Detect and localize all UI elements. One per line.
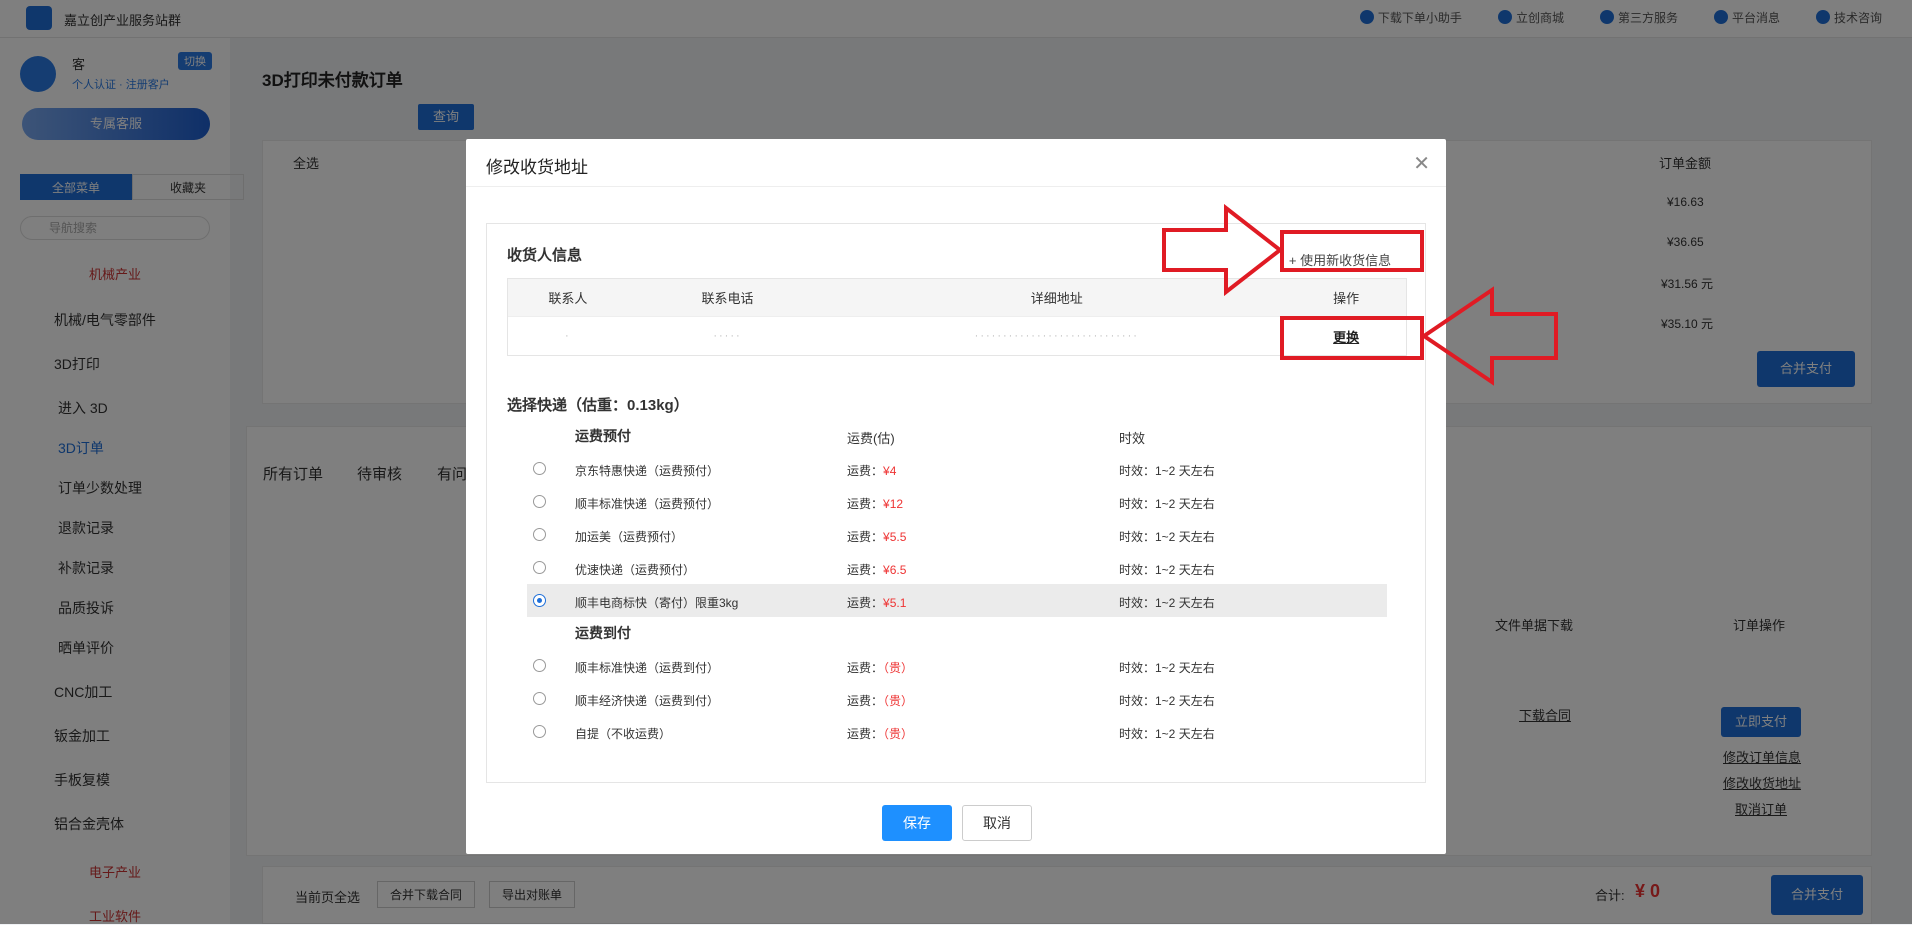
radio-button[interactable] [533,495,546,508]
ship-option-sf-standard[interactable]: 顺丰标准快递（运费预付） 运费：¥12 时效：1~2 天左右 [527,485,1387,518]
group-cod: 运费到付 [575,625,631,641]
annotation-box-new-address [1280,230,1424,272]
radio-button[interactable] [533,462,546,475]
red-arrow-left-icon [1420,286,1558,386]
col-contact: 联系人 [548,291,588,306]
group-prepaid: 运费预付 [575,428,631,444]
col-fee-header: 运费(估) [847,431,895,446]
phone-value: ····· [713,330,742,342]
red-arrow-right-icon [1162,204,1284,296]
modal-title: 修改收货地址 [486,158,588,177]
col-phone: 联系电话 [701,291,754,306]
contact-value: · [565,330,571,342]
address-row: · ····· ····························· 更换 [508,317,1406,355]
ship-option-jd[interactable]: 京东特惠快递（运费预付） 运费：¥4 时效：1~2 天左右 [527,452,1387,485]
radio-button[interactable] [533,561,546,574]
ship-option-yousu[interactable]: 优速快递（运费预付） 运费：¥6.5 时效：1~2 天左右 [527,551,1387,584]
address-value: ····························· [974,330,1139,342]
modal-body: 收货人信息 + 使用新收货信息 联系人 联系电话 详细地址 操作 · ·····… [486,223,1426,783]
radio-button-selected[interactable] [533,594,546,607]
shipping-options: 运费预付 运费(估) 时效 京东特惠快递（运费预付） 运费：¥4 时效：1~2 … [527,420,1387,748]
col-time-header: 时效 [1119,431,1146,446]
ship-option-sf-ecommerce[interactable]: 顺丰电商标快（寄付）限重3kg 运费：¥5.1 时效：1~2 天左右 [527,584,1387,617]
ship-option-sf-standard-cod[interactable]: 顺丰标准快递（运费到付） 运费：（贵） 时效：1~2 天左右 [527,649,1387,682]
ship-option-sf-economy-cod[interactable]: 顺丰经济快递（运费到付） 运费：（贵） 时效：1~2 天左右 [527,682,1387,715]
radio-button[interactable] [533,725,546,738]
ship-option-self-pickup[interactable]: 自提（不收运费） 运费：（贵） 时效：1~2 天左右 [527,715,1387,748]
recipient-section-title: 收货人信息 [507,247,583,264]
modal-header: 修改收货地址 ✕ [466,139,1446,187]
annotation-box-change [1280,316,1424,360]
close-icon[interactable]: ✕ [1413,151,1430,176]
cancel-button[interactable]: 取消 [962,805,1032,841]
radio-button[interactable] [533,659,546,672]
shipping-section-title: 选择快递（估重：0.13kg） [507,397,689,414]
radio-button[interactable] [533,692,546,705]
radio-button[interactable] [533,528,546,541]
save-button[interactable]: 保存 [882,805,952,841]
col-action: 操作 [1333,291,1360,306]
ship-option-jiayunmei[interactable]: 加运美（运费预付） 运费：¥5.5 时效：1~2 天左右 [527,518,1387,551]
